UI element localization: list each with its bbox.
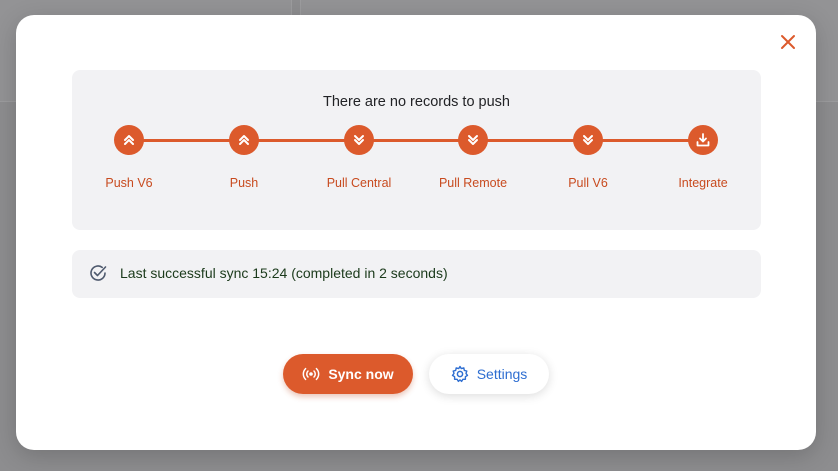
step-marker (458, 125, 488, 155)
chevrons-down-icon (583, 135, 593, 145)
check-circle-icon (90, 265, 107, 281)
sync-dialog: There are no records to push Push V6 Pus… (16, 15, 816, 450)
last-sync-text: Last successful sync 15:24 (completed in… (120, 265, 448, 281)
settings-button[interactable]: Settings (429, 354, 549, 394)
step-integrate: Integrate (648, 125, 758, 190)
step-marker (573, 125, 603, 155)
gear-icon (451, 365, 469, 383)
sync-now-button[interactable]: Sync now (283, 354, 413, 394)
step-pull-remote: Pull Remote (418, 125, 528, 190)
chevrons-up-icon (239, 135, 249, 145)
status-message: There are no records to push (323, 94, 510, 110)
close-icon (781, 35, 795, 49)
step-marker (688, 125, 718, 155)
step-label: Pull Remote (438, 176, 508, 190)
chevrons-down-icon (468, 135, 478, 145)
download-icon (696, 133, 710, 147)
sync-progress-panel: There are no records to push Push V6 Pus… (72, 70, 761, 230)
step-push: Push (189, 125, 299, 190)
sync-steps: Push V6 Push Pull Central Pull Remote Pu… (72, 125, 761, 195)
close-button[interactable] (778, 32, 798, 52)
step-label: Integrate (678, 176, 728, 190)
step-marker (114, 125, 144, 155)
step-pull-v6: Pull V6 (533, 125, 643, 190)
step-pull-central: Pull Central (304, 125, 414, 190)
chevrons-down-icon (354, 135, 364, 145)
chevrons-up-icon (124, 135, 134, 145)
sync-now-label: Sync now (328, 366, 394, 382)
settings-label: Settings (476, 366, 528, 382)
step-label: Pull V6 (568, 176, 608, 190)
step-marker (229, 125, 259, 155)
step-label: Push (229, 176, 259, 190)
step-label: Push V6 (105, 176, 153, 190)
broadcast-icon (302, 365, 320, 383)
step-push-v6: Push V6 (74, 125, 184, 190)
last-sync-panel: Last successful sync 15:24 (completed in… (72, 250, 761, 298)
step-label: Pull Central (326, 176, 392, 190)
step-marker (344, 125, 374, 155)
